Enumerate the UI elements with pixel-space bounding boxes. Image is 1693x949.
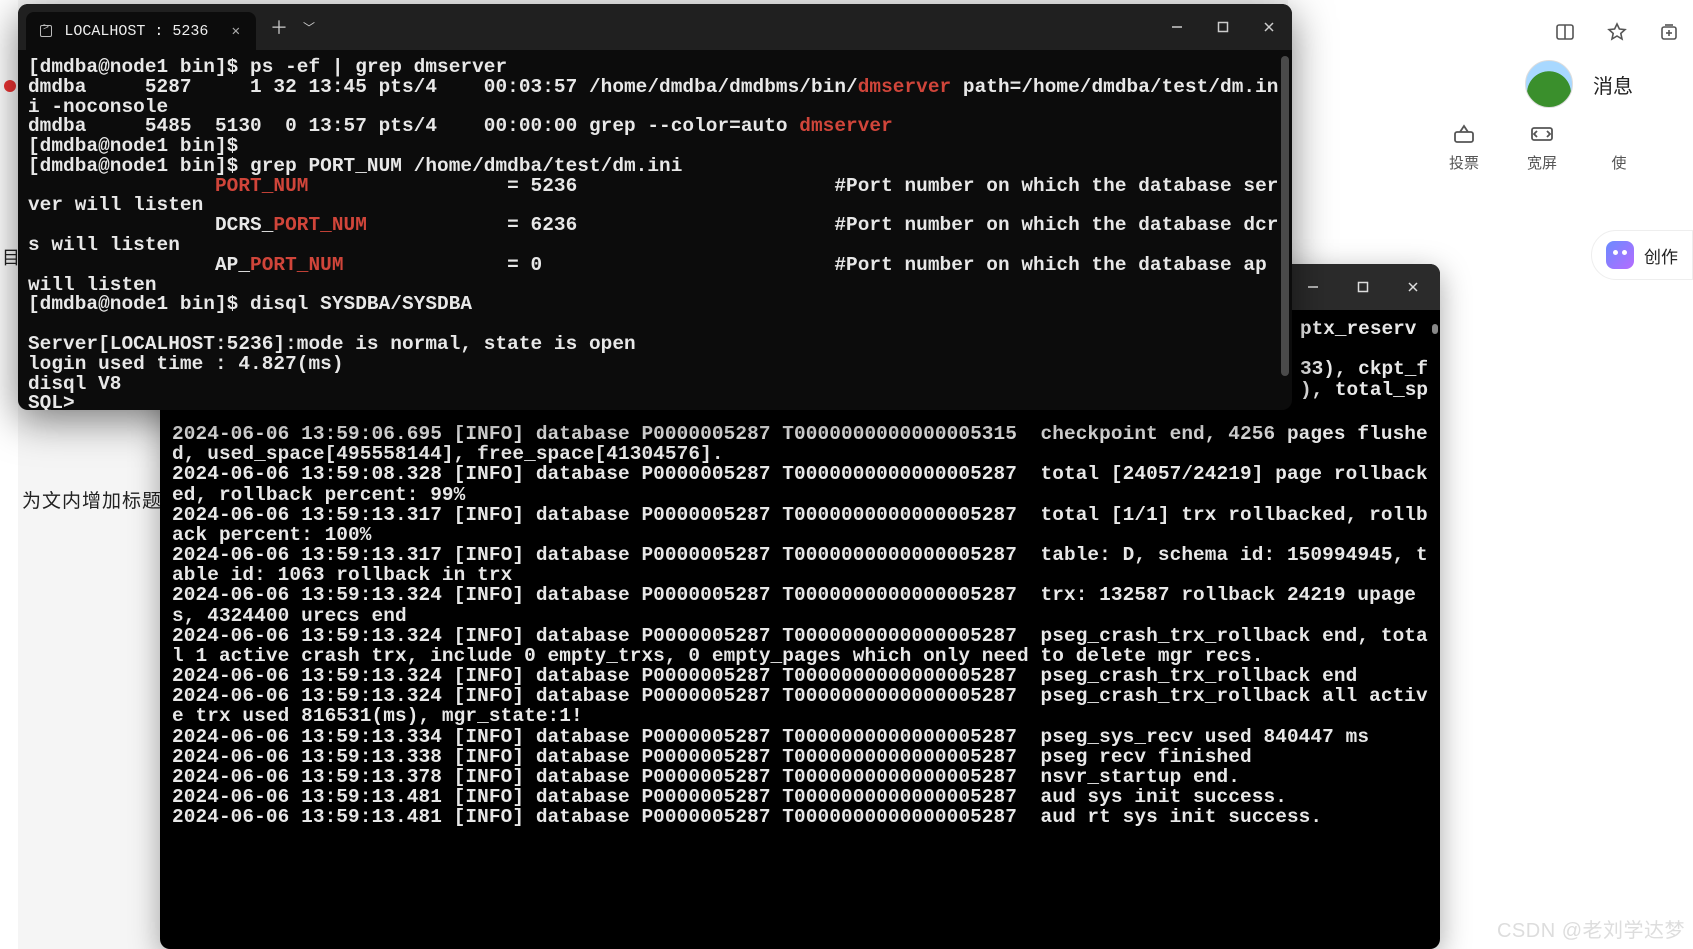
use-icon	[1605, 120, 1633, 148]
terminal-text: SQL>	[28, 392, 86, 410]
terminal-text: dmserver	[799, 115, 893, 137]
terminal-text: PORT_NUM	[250, 254, 344, 276]
terminal-text: [dmdba@node1 bin]$ disql SYSDBA/SYSDBA	[28, 293, 472, 315]
terminal-text: disql V8	[28, 373, 122, 395]
favorites-icon[interactable]	[1605, 20, 1629, 44]
tab-title: LOCALHOST : 5236 / SYSD	[64, 23, 217, 40]
terminal-text: [dmdba@node1 bin]$ grep PORT_NUM /home/d…	[28, 155, 682, 177]
widescreen-icon	[1528, 120, 1556, 148]
vote-label: 投票	[1449, 152, 1479, 173]
messages-label[interactable]: 消息	[1593, 70, 1633, 99]
action-row: 投票 宽屏 使	[1449, 120, 1633, 173]
log-right-partial: ptx_reserv 33), ckpt_f ), total_sp	[1300, 319, 1428, 400]
main-terminal-window: LOCALHOST : 5236 / SYSD ✕ ＋ ﹀ [dmdba@nod…	[18, 4, 1292, 410]
browser-toolbar-icons	[1553, 20, 1681, 44]
terminal-text: dmdba 5287 1 32 13:45 pts/4 00:03:57 /ho…	[28, 76, 858, 98]
ai-assist-pill[interactable]: 创作	[1591, 230, 1693, 280]
terminal-text: dmserver	[858, 76, 952, 98]
log-terminal-output[interactable]: 2024-06-06 13:59:06.695 [INFO] database …	[172, 424, 1428, 937]
left-partial-2: 为文内增加标题，	[22, 486, 182, 513]
main-terminal-output[interactable]: [dmdba@node1 bin]$ ps -ef | grep dmserve…	[18, 50, 1292, 410]
maximize-button[interactable]	[1340, 271, 1386, 303]
maximize-button[interactable]	[1200, 11, 1246, 43]
ai-assist-label: 创作	[1644, 243, 1678, 268]
avatar[interactable]	[1525, 60, 1573, 108]
scrollbar-thumb[interactable]	[1281, 56, 1289, 376]
terminal-text: login used time : 4.827(ms)	[28, 353, 344, 375]
new-tab-button[interactable]: ＋	[262, 10, 296, 44]
minimize-button[interactable]	[1154, 11, 1200, 43]
ai-bot-icon	[1606, 241, 1634, 269]
minimize-button[interactable]	[1290, 271, 1336, 303]
scrollbar-track[interactable]	[1281, 56, 1289, 404]
watermark: CSDN @老刘学达梦	[1497, 914, 1685, 943]
terminal-tab[interactable]: LOCALHOST : 5236 / SYSD ✕	[26, 12, 256, 50]
left-gutter	[0, 0, 18, 949]
vote-icon	[1450, 120, 1478, 148]
close-button[interactable]	[1390, 271, 1436, 303]
scrollbar-thumb[interactable]	[1432, 324, 1438, 334]
split-view-icon[interactable]	[1553, 20, 1577, 44]
profile-area: 消息	[1525, 60, 1633, 108]
terminal-text: PORT_NUM	[273, 214, 367, 236]
terminal-text: DCRS_	[28, 214, 273, 236]
main-terminal-titlebar[interactable]: LOCALHOST : 5236 / SYSD ✕ ＋ ﹀	[18, 4, 1292, 50]
tab-dropdown-icon[interactable]: ﹀	[296, 19, 322, 36]
collections-icon[interactable]	[1657, 20, 1681, 44]
terminal-text: Server[LOCALHOST:5236]:mode is normal, s…	[28, 333, 636, 355]
terminal-text: [dmdba@node1 bin]$ ps -ef | grep dmserve…	[28, 56, 507, 78]
vote-action[interactable]: 投票	[1449, 120, 1479, 173]
use-action[interactable]: 使	[1605, 120, 1633, 173]
terminal-text: [dmdba@node1 bin]$	[28, 135, 238, 157]
widescreen-label: 宽屏	[1527, 152, 1557, 173]
terminal-text: PORT_NUM	[215, 175, 309, 197]
terminal-icon	[40, 25, 52, 37]
tab-close-icon[interactable]: ✕	[230, 23, 242, 40]
red-badge-icon	[4, 80, 16, 92]
terminal-text	[28, 175, 215, 197]
terminal-text: dmdba 5485 5130 0 13:57 pts/4 00:00:00 g…	[28, 115, 799, 137]
close-button[interactable]	[1246, 11, 1292, 43]
use-label: 使	[1611, 152, 1626, 173]
terminal-text: AP_	[28, 254, 250, 276]
widescreen-action[interactable]: 宽屏	[1527, 120, 1557, 173]
